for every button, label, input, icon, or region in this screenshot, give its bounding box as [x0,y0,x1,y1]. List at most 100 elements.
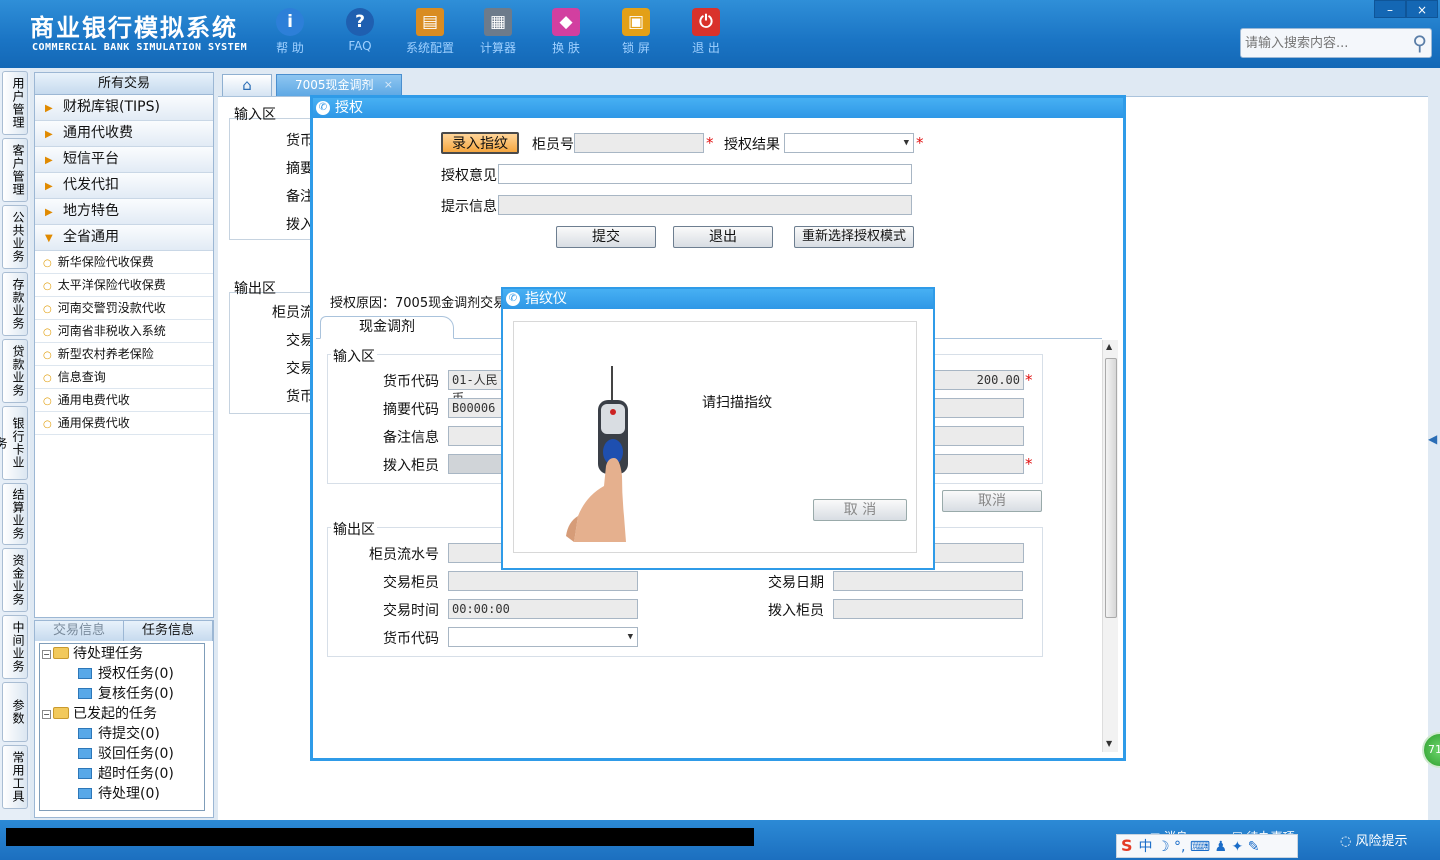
sogou-logo-icon: S [1121,836,1133,855]
sidebar-sub-item[interactable]: ○ 新华保险代收保费 [35,251,213,274]
sidebar-sub-item[interactable]: ○ 通用保费代收 [35,412,213,435]
tab-task-info[interactable]: 任务信息 [124,621,213,641]
tree-node[interactable]: 复核任务(0) [40,684,204,704]
tree-label: 已发起的任务 [73,706,157,722]
teller-no-field[interactable] [574,133,704,153]
calculator-button[interactable]: ▦ 计算器 [466,8,530,62]
tree-node-pending[interactable]: − 待处理任务 [40,644,204,664]
inner-cancel-button[interactable]: 取消 [942,490,1042,512]
auth-result-select[interactable]: ▼ [784,133,914,153]
vnav-user-management[interactable]: 用户管理 [2,71,28,135]
summary-field[interactable]: B00006 [448,398,508,418]
status-risk[interactable]: ◌ 风险提示 [1340,830,1408,849]
tab-transaction-info[interactable]: 交易信息 [35,621,124,641]
sidebar-sub-item[interactable]: ○ 河南省非税收入系统 [35,320,213,343]
fingerprint-cancel-button[interactable]: 取 消 [813,499,907,521]
collapse-icon[interactable]: − [42,710,51,719]
sub-item-label: 信息查询 [57,370,106,384]
vnav-deposit-business[interactable]: 存款业务 [2,272,28,336]
tab-7005-cash-adjust[interactable]: 7005现金调剂 × [276,74,402,96]
tree-node[interactable]: 驳回任务(0) [40,744,204,764]
scroll-thumb[interactable] [1105,358,1117,618]
category-province[interactable]: ▼ 全省通用 [35,225,213,251]
category-general-fee[interactable]: ▶ 通用代收费 [35,121,213,147]
search-icon[interactable]: ⚲ [1412,31,1427,55]
bullet-icon: ○ [43,396,52,407]
tree-label: 待处理任务 [73,646,143,662]
reselect-auth-mode-button[interactable]: 重新选择授权模式 [794,226,914,248]
bullet-icon: ○ [43,258,52,269]
auth-opinion-input[interactable] [498,164,912,184]
summary-label: 摘要代码 [383,402,439,418]
exit-button[interactable]: 退出 [673,226,773,248]
arrow-right-icon: ▶ [45,129,53,140]
sidebar-sub-item[interactable]: ○ 太平洋保险代收保费 [35,274,213,297]
vnav-settlement-business[interactable]: 结算业务 [2,483,28,545]
folder-icon [78,728,92,739]
system-config-button[interactable]: ▤ 系统配置 [398,8,462,62]
sidebar-sub-item[interactable]: ○ 新型农村养老保险 [35,343,213,366]
minimize-button[interactable]: – [1374,0,1406,18]
category-label: 短信平台 [63,151,119,167]
inner-field-right-4[interactable] [932,454,1024,474]
category-sms[interactable]: ▶ 短信平台 [35,147,213,173]
search-input[interactable] [1241,29,1401,57]
amount-field[interactable]: 200.00 [932,370,1024,390]
category-payroll[interactable]: ▶ 代发代扣 [35,173,213,199]
exit-app-button[interactable]: ⏻ 退 出 [674,8,738,62]
sidebar-sub-item[interactable]: ○ 河南交警罚没款代收 [35,297,213,320]
vnav-public-business[interactable]: 公共业务 [2,205,28,269]
submit-button[interactable]: 提交 [556,226,656,248]
tree-node[interactable]: 超时任务(0) [40,764,204,784]
inner-field-right-2[interactable] [932,398,1024,418]
question-icon: ? [346,8,374,36]
transfer-in-field[interactable] [448,454,508,474]
inner-scrollbar[interactable]: ▲ ▼ [1102,340,1118,752]
transfer-in-label: 拨入柜员 [383,458,439,474]
sidebar-sub-item[interactable]: ○ 信息查询 [35,366,213,389]
inner-tab-cash-adjust[interactable]: 现金调剂 [320,316,454,339]
faq-button[interactable]: ? FAQ [328,8,392,62]
scroll-up-icon[interactable]: ▲ [1106,342,1112,351]
enter-fingerprint-button[interactable]: 录入指纹 [441,132,519,154]
change-skin-label: 换 肤 [552,41,580,55]
auth-dialog-title[interactable]: ✆ 授权 [313,98,1123,118]
category-tips[interactable]: ▶ 财税库银(TIPS) [35,95,213,121]
vnav-common-tools[interactable]: 常用工具 [2,745,28,809]
collapse-right-icon[interactable]: ◀ [1428,432,1437,446]
teller-serial-label: 柜员流水号 [369,547,439,563]
vnav-parameters[interactable]: 参数 [2,682,28,742]
arrow-right-icon: ▶ [45,181,53,192]
vnav-card-business[interactable]: 银行卡业务 [0,406,28,480]
dialog-title-text: 指纹仪 [525,291,567,307]
tree-node[interactable]: 授权任务(0) [40,664,204,684]
trans-teller-label: 交易柜员 [383,575,439,591]
category-local[interactable]: ▶ 地方特色 [35,199,213,225]
currency-label: 货币代码 [383,374,439,390]
inner-field-right-3[interactable] [932,426,1024,446]
tree-node-initiated[interactable]: − 已发起的任务 [40,704,204,724]
sidebar-sub-item[interactable]: ○ 通用电费代收 [35,389,213,412]
currency-field[interactable]: 01-人民币 [448,370,508,405]
vnav-loan-business[interactable]: 贷款业务 [2,339,28,403]
collapse-icon[interactable]: − [42,650,51,659]
fingerprint-dialog-title[interactable]: ✆ 指纹仪 [503,289,933,309]
vnav-customer-management[interactable]: 客户管理 [2,138,28,202]
trans-date-label: 交易日期 [768,575,824,591]
vnav-intermediate-business[interactable]: 中间业务 [2,615,28,679]
close-app-button[interactable]: × [1406,0,1438,18]
lock-screen-button[interactable]: ▣ 锁 屏 [604,8,668,62]
tab-home[interactable]: ⌂ [222,74,272,96]
remark-field[interactable] [448,426,508,446]
scroll-down-icon[interactable]: ▼ [1106,739,1112,748]
tree-node[interactable]: 待提交(0) [40,724,204,744]
out-currency-select[interactable]: ▼ [448,627,638,647]
ime-toolbar[interactable]: S 中 ☽ °, ⌨ ♟ ✦ ✎ [1116,834,1298,858]
tree-node[interactable]: 待处理(0) [40,784,204,804]
help-button[interactable]: i 帮 助 [258,8,322,62]
close-icon[interactable]: × [384,75,393,95]
search-box: ⚲ [1240,28,1432,58]
change-skin-button[interactable]: ◆ 换 肤 [534,8,598,62]
vnav-fund-business[interactable]: 资金业务 [2,548,28,612]
arrow-right-icon: ▶ [45,103,53,114]
